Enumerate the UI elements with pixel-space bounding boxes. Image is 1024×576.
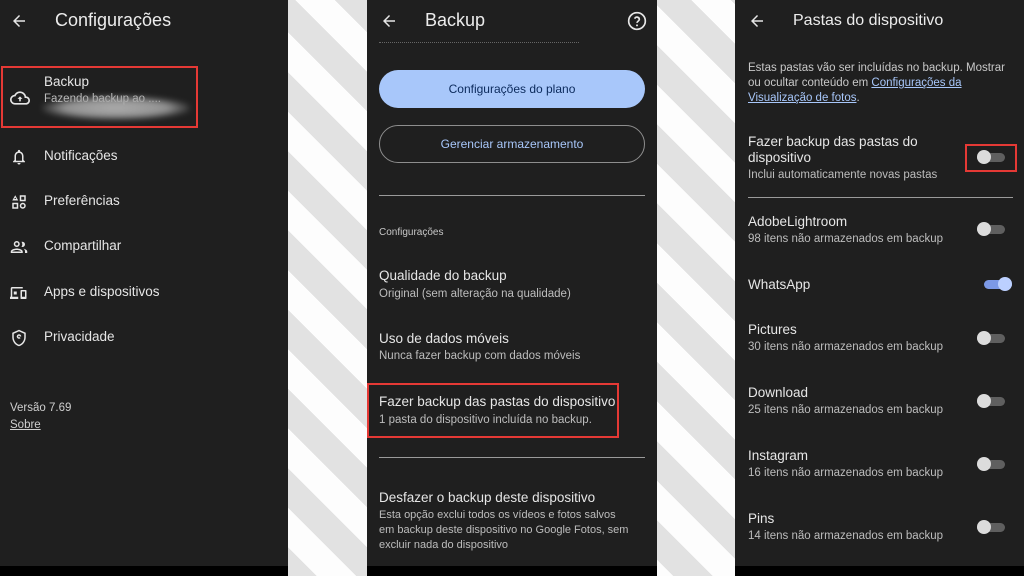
folder-status: 16 itens não armazenados em backup [748, 467, 943, 479]
folder-name: Pins [748, 511, 775, 526]
folder-toggle-adobelightroom[interactable] [977, 222, 1005, 236]
folder-name: Download [748, 385, 809, 400]
menu-item-share[interactable]: Compartilhar [10, 235, 270, 259]
menu-item-label: Privacidade [44, 329, 115, 344]
highlight-box [965, 144, 1017, 172]
privacy-shield-icon [12, 329, 26, 347]
top-bar: Pastas do dispositivo [735, 0, 1024, 42]
info-suffix: . [856, 92, 860, 104]
photo-view-settings-link-cont[interactable]: Visualização de fotos [748, 92, 856, 104]
menu-item-label: Preferências [44, 193, 120, 208]
help-icon[interactable] [627, 11, 647, 31]
menu-item-preferences[interactable]: Preferências [10, 190, 270, 214]
menu-item-label: Compartilhar [44, 238, 122, 253]
divider [379, 457, 645, 458]
folder-name: AdobeLightroom [748, 214, 848, 229]
folder-toggle-whatsapp[interactable] [984, 277, 1012, 291]
divider [379, 195, 645, 196]
folder-name: WhatsApp [748, 277, 811, 292]
item-subtitle: Original (sem alteração na qualidade) [379, 288, 571, 300]
manage-storage-button[interactable]: Gerenciar armazenamento [379, 125, 645, 163]
item-description-line: excluir nada do dispositivo [379, 539, 509, 551]
item-subtitle: Nunca fazer backup com dados móveis [379, 350, 581, 362]
menu-item-label: Notificações [44, 148, 118, 163]
page-title: Pastas do dispositivo [793, 12, 944, 29]
version-text: Versão 7.69 [10, 402, 72, 414]
system-bar [367, 566, 657, 576]
system-bar [735, 566, 1024, 576]
bell-icon [13, 149, 25, 165]
menu-item-label: Apps e dispositivos [44, 284, 160, 299]
menu-item-apps-devices[interactable]: Apps e dispositivos [10, 281, 270, 305]
backup-quality-item[interactable]: Qualidade do backup Original (sem altera… [367, 262, 657, 308]
row-title-line: dispositivo [748, 150, 812, 165]
folder-toggle-pins[interactable] [977, 520, 1005, 534]
info-line: ou ocultar conteúdo em [748, 77, 872, 89]
item-title: Uso de dados móveis [379, 331, 509, 346]
info-text: Estas pastas vão ser incluídas no backup… [748, 61, 1018, 106]
highlight-box [367, 383, 619, 438]
folder-toggle-download[interactable] [977, 394, 1005, 408]
mobile-data-item[interactable]: Uso de dados móveis Nunca fazer backup c… [367, 325, 657, 371]
back-arrow-icon[interactable] [380, 12, 398, 30]
item-description-line: Esta opção exclui todos os vídeos e foto… [379, 509, 616, 521]
folder-toggle-instagram[interactable] [977, 457, 1005, 471]
row-subtitle: Inclui automaticamente novas pastas [748, 169, 938, 181]
toggle-thumb [977, 520, 991, 534]
device-folders-panel: Pastas do dispositivo Estas pastas vão s… [735, 0, 1024, 576]
folder-row-whatsapp[interactable]: WhatsApp [735, 275, 1024, 299]
row-title-line: Fazer backup das pastas do [748, 134, 918, 149]
settings-panel: Configurações Backup Fazendo backup ao .… [0, 0, 288, 576]
system-bar [0, 566, 288, 576]
devices-icon [10, 287, 27, 299]
preferences-icon [12, 195, 26, 209]
folder-toggle-pictures[interactable] [977, 331, 1005, 345]
menu-item-privacy[interactable]: Privacidade [10, 326, 270, 350]
photo-view-settings-link[interactable]: Configurações da [871, 77, 961, 89]
menu-item-notifications[interactable]: Notificações [10, 145, 270, 169]
undo-backup-item[interactable]: Desfazer o backup deste dispositivo Esta… [367, 484, 657, 554]
back-arrow-icon[interactable] [748, 12, 766, 30]
item-description-line: em backup deste dispositivo no Google Fo… [379, 524, 629, 536]
highlight-box [1, 66, 198, 128]
item-title: Qualidade do backup [379, 268, 507, 283]
section-header: Configurações [379, 227, 444, 238]
folder-name: Pictures [748, 322, 797, 337]
top-bar: Configurações [0, 0, 288, 42]
toggle-thumb [977, 394, 991, 408]
folder-status: 14 itens não armazenados em backup [748, 530, 943, 542]
folder-status: 30 itens não armazenados em backup [748, 341, 943, 353]
about-link[interactable]: Sobre [10, 419, 41, 431]
page-title: Backup [425, 10, 486, 30]
scrolled-content-edge [379, 42, 579, 45]
info-line: Estas pastas vão ser incluídas no backup… [748, 62, 1005, 74]
folder-status: 25 itens não armazenados em backup [748, 404, 943, 416]
toggle-thumb [977, 457, 991, 471]
people-icon [10, 241, 28, 253]
toggle-thumb [998, 277, 1012, 291]
plan-settings-button[interactable]: Configurações do plano [379, 70, 645, 108]
item-title: Desfazer o backup deste dispositivo [379, 490, 596, 505]
backup-panel: Backup Configurações do plano Gerenciar … [367, 0, 657, 576]
top-bar: Backup [367, 0, 657, 42]
divider [748, 197, 1013, 198]
toggle-thumb [977, 331, 991, 345]
toggle-thumb [977, 222, 991, 236]
back-arrow-icon[interactable] [10, 12, 28, 30]
folder-status: 98 itens não armazenados em backup [748, 233, 943, 245]
page-title: Configurações [55, 10, 172, 30]
folder-name: Instagram [748, 448, 809, 463]
